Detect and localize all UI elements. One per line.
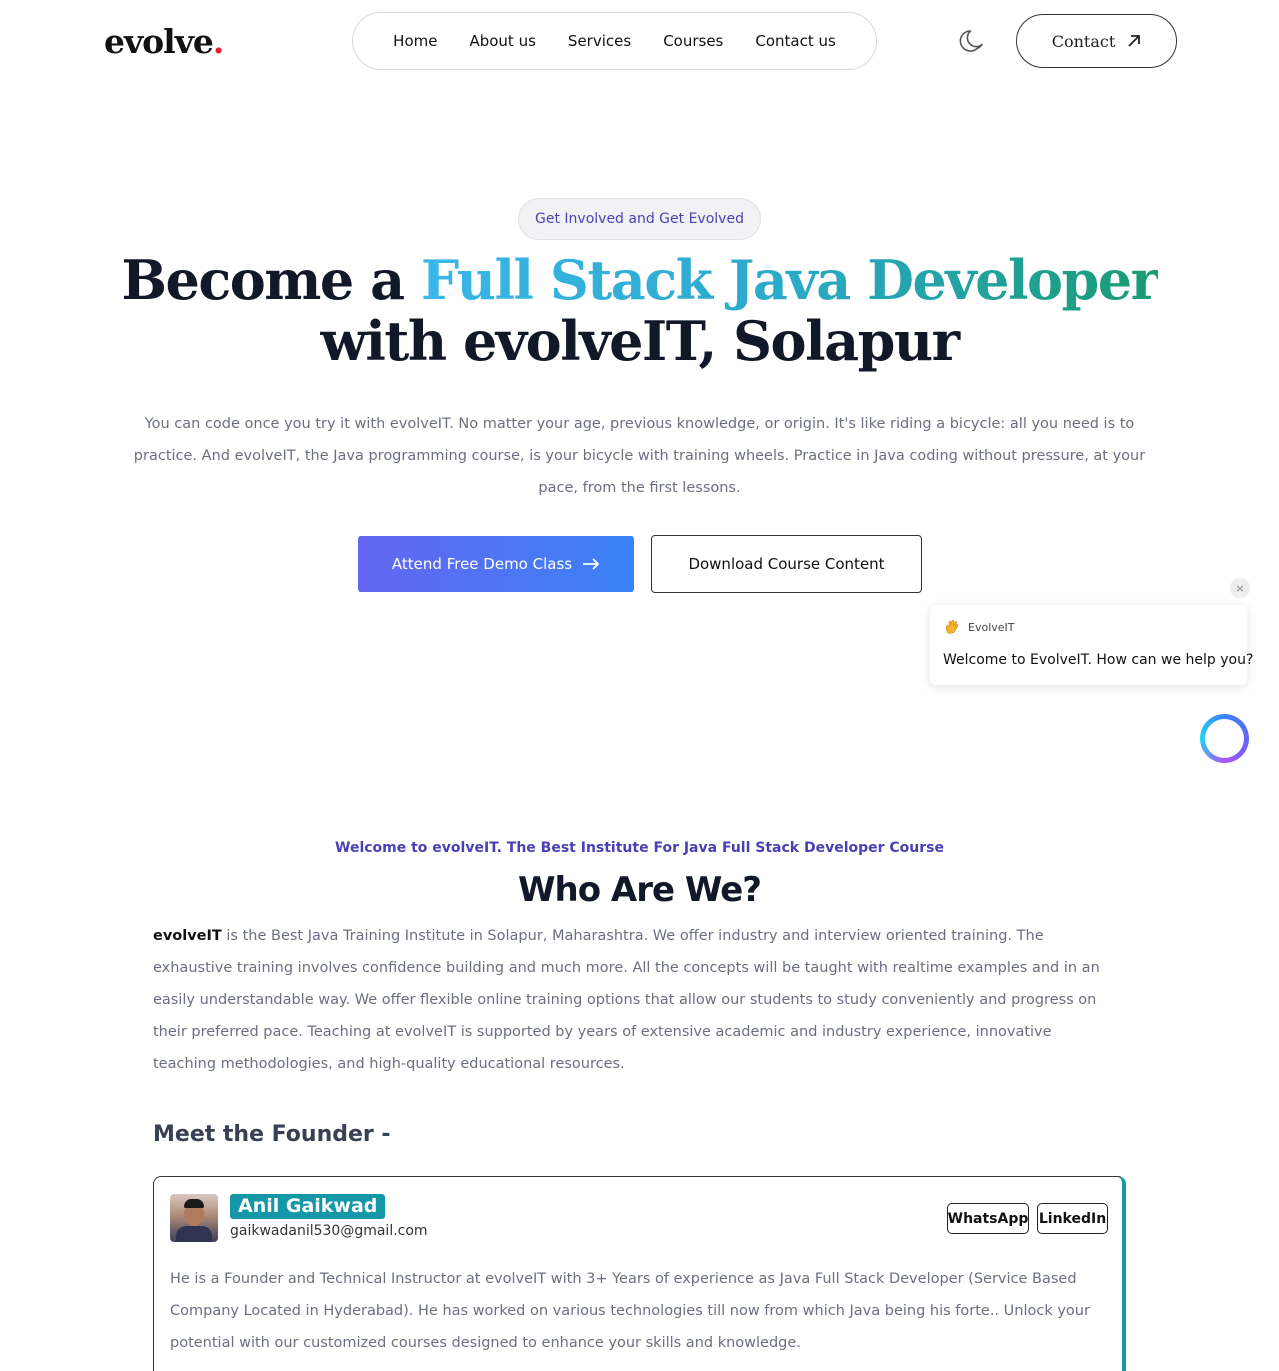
logo-dot: . [212, 22, 224, 61]
about-body: is the Best Java Training Institute in S… [153, 928, 1100, 1072]
nav-contact-us[interactable]: Contact us [739, 32, 851, 50]
arrow-up-right-icon [1128, 35, 1141, 47]
hero-title-highlight: Full Stack Java Developer [420, 248, 1159, 312]
contact-button[interactable]: Contact [1016, 14, 1177, 68]
founder-card: Anil Gaikwad gaikwadanil530@gmail.com Wh… [153, 1176, 1126, 1371]
linkedin-button[interactable]: LinkedIn [1037, 1203, 1108, 1234]
founder-description: He is a Founder and Technical Instructor… [170, 1271, 1090, 1351]
download-course-button[interactable]: Download Course Content [651, 535, 922, 593]
section-title: Who Are We? [518, 870, 762, 910]
welcome-subtitle: Welcome to evolveIT. The Best Institute … [335, 840, 944, 856]
hero-description: You can code once you try it with evolve… [133, 416, 1146, 496]
nav-services[interactable]: Services [552, 32, 647, 50]
founder-heading: Meet the Founder - [153, 1122, 391, 1147]
nav-home[interactable]: Home [377, 32, 453, 50]
logo[interactable]: evolve. [104, 22, 224, 61]
attend-demo-button[interactable]: Attend Free Demo Class [358, 536, 634, 592]
avatar [170, 1194, 218, 1242]
attend-demo-label: Attend Free Demo Class [391, 555, 573, 573]
founder-email[interactable]: gaikwadanil530@gmail.com [230, 1223, 428, 1239]
nav-about-us[interactable]: About us [453, 32, 551, 50]
moon-icon[interactable] [958, 27, 986, 55]
arrow-right-icon [583, 558, 600, 570]
nav-courses[interactable]: Courses [647, 32, 739, 50]
hand-wave-icon [946, 619, 959, 634]
contact-button-label: Contact [1051, 31, 1116, 51]
chat-bubble[interactable]: EvolveIT Welcome to EvolveIT. How can we… [930, 605, 1253, 685]
hero-title-prefix: Become a [121, 248, 421, 312]
hero-badge: Get Involved and Get Evolved [518, 198, 761, 240]
hero-title-line2: with evolveIT, Solapur [320, 309, 960, 373]
founder-name: Anil Gaikwad [230, 1194, 386, 1219]
logo-text: evolve [104, 22, 214, 61]
chat-header: EvolveIT [944, 619, 1015, 635]
whatsapp-button[interactable]: WhatsApp [947, 1203, 1029, 1234]
main-nav: Home About us Services Courses Contact u… [352, 12, 877, 70]
chat-sender: EvolveIT [968, 620, 1015, 634]
hero-title: Become a Full Stack Java Developer with … [0, 250, 1279, 372]
chat-message: Welcome to EvolveIT. How can we help you… [943, 652, 1254, 668]
about-text: evolveIT is the Best Java Training Insti… [153, 920, 1113, 1080]
chat-launcher-icon[interactable] [1200, 714, 1249, 763]
about-brand: evolveIT [153, 928, 222, 944]
chat-close-button[interactable]: × [1230, 578, 1250, 598]
